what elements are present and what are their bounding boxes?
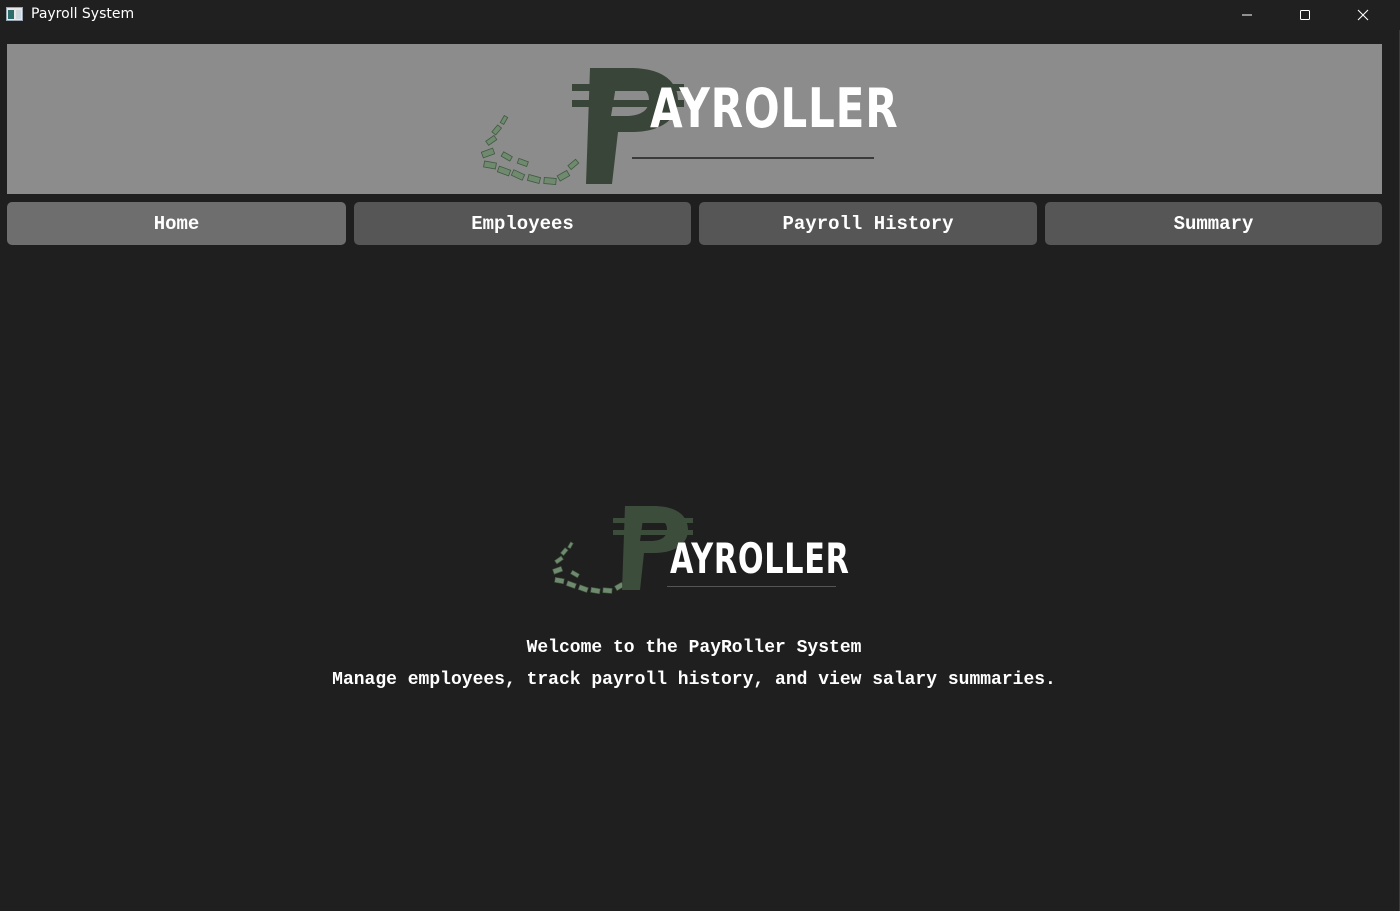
content-logo-underline [667,586,836,587]
title-bar[interactable]: Payroll System [0,0,1400,30]
scrollbar[interactable] [1389,40,1399,910]
welcome-heading: Welcome to the PayRoller System [526,638,862,658]
minimize-icon [1242,14,1252,16]
minimize-button[interactable] [1218,0,1276,30]
welcome-subtitle: Manage employees, track payroll history,… [332,670,1056,690]
close-button[interactable] [1334,0,1392,30]
nav-summary-button[interactable]: Summary [1045,202,1382,245]
money-bills-icon [480,114,580,185]
main-nav: Home Employees Payroll History Summary [7,202,1382,245]
app-window: Payroll System AYROLLER Home Employees P… [0,0,1400,911]
banner-logo-underline [632,157,874,159]
window-title: Payroll System [31,6,135,22]
nav-home-button[interactable]: Home [7,202,346,245]
header-banner: AYROLLER [7,44,1382,194]
banner-logo-text: AYROLLER [650,77,899,140]
nav-employees-button[interactable]: Employees [354,202,691,245]
app-window-icon [6,7,23,21]
money-bills-icon [552,541,634,595]
content-logo-text: AYROLLER [670,534,850,583]
close-icon [1357,9,1369,21]
nav-payroll-history-button[interactable]: Payroll History [699,202,1037,245]
maximize-icon [1300,10,1310,20]
maximize-button[interactable] [1276,0,1334,30]
